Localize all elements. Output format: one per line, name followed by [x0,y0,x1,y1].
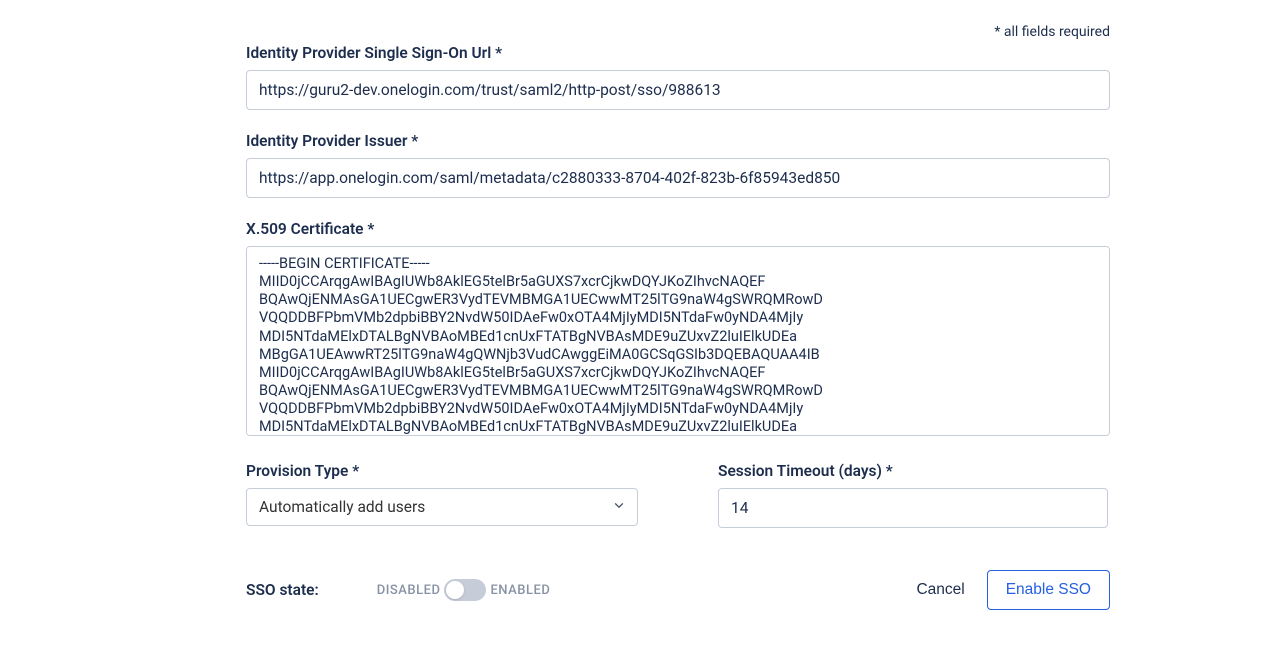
input-sso-url[interactable] [246,70,1110,110]
sso-state-label: SSO state: [246,581,319,599]
label-issuer: Identity Provider Issuer * [246,132,1110,150]
cancel-button[interactable]: Cancel [916,581,964,599]
required-note: * all fields required [246,24,1110,40]
label-session-timeout: Session Timeout (days) * [718,462,1110,480]
field-session-timeout: Session Timeout (days) * [718,462,1110,528]
textarea-certificate[interactable]: -----BEGIN CERTIFICATE----- MIID0jCCArqg… [246,246,1110,436]
footer: SSO state: DISABLED ENABLED Cancel Enabl… [246,570,1110,610]
enable-sso-button[interactable]: Enable SSO [987,570,1110,610]
label-certificate: X.509 Certificate * [246,220,1110,238]
field-issuer: Identity Provider Issuer * [246,132,1110,198]
toggle-enabled-label: ENABLED [490,583,550,598]
field-certificate: X.509 Certificate * -----BEGIN CERTIFICA… [246,220,1110,440]
label-sso-url: Identity Provider Single Sign-On Url * [246,44,1110,62]
toggle-disabled-label: DISABLED [377,583,441,598]
field-provision-type: Provision Type * Automatically add users [246,462,638,528]
label-provision-type: Provision Type * [246,462,638,480]
select-provision-type[interactable]: Automatically add users [246,488,638,526]
toggle-knob [446,581,464,599]
sso-toggle[interactable] [444,579,486,601]
input-issuer[interactable] [246,158,1110,198]
field-sso-url: Identity Provider Single Sign-On Url * [246,44,1110,110]
input-session-timeout[interactable] [718,488,1108,528]
